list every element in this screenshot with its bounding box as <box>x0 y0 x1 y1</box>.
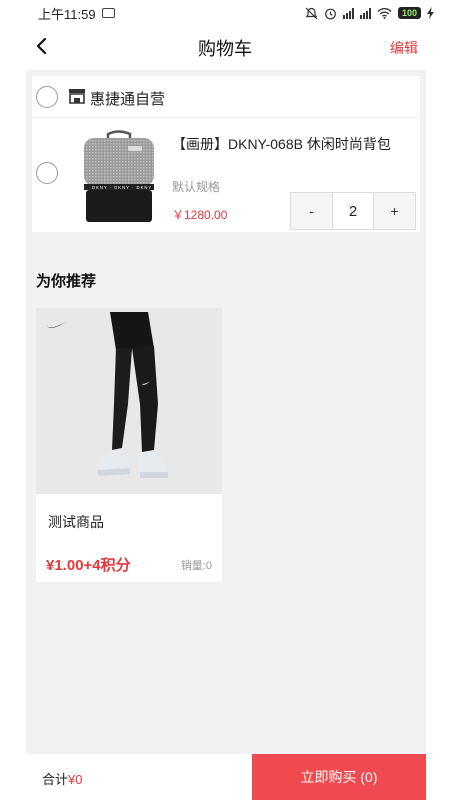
battery-icon: 100 <box>397 7 421 19</box>
edit-button[interactable]: 编辑 <box>390 38 418 58</box>
signal-icon <box>359 7 371 19</box>
status-bar: 上午11:59 100 <box>0 0 450 26</box>
message-icon <box>101 8 115 18</box>
cart-content: 惠捷通自营 DKNY · DKNY · DKNY 【画册】DKNY-068B 休… <box>26 70 426 754</box>
store-header: 惠捷通自营 <box>32 76 420 118</box>
nav-bar: 购物车 编辑 <box>0 26 450 70</box>
signal-icon <box>342 7 354 19</box>
back-arrow-icon[interactable] <box>30 34 54 58</box>
quantity-stepper: - 2 + <box>290 192 416 230</box>
product-price: ￥1280.00 <box>172 208 228 222</box>
mute-icon <box>305 7 318 19</box>
status-icons: 100 <box>305 7 434 20</box>
recommend-product-price: ¥1.00+4积分 <box>46 557 131 574</box>
alarm-icon <box>325 8 336 19</box>
product-spec: 默认规格 <box>172 180 221 194</box>
bottom-bar: 合计¥0 立即购买 (0) <box>26 754 426 800</box>
product-title[interactable]: 【画册】DKNY-068B 休闲时尚背包 <box>172 134 391 154</box>
store-icon <box>69 89 85 104</box>
increase-button[interactable]: + <box>374 193 415 229</box>
recommend-product-name: 测试商品 <box>48 514 104 530</box>
product-image[interactable]: DKNY · DKNY · DKNY <box>74 128 164 224</box>
quantity-value[interactable]: 2 <box>332 193 374 229</box>
product-image-stripe-text: DKNY · DKNY · DKNY <box>92 185 152 190</box>
status-time: 上午11:59 <box>38 6 96 22</box>
buy-now-button[interactable]: 立即购买 (0) <box>252 754 426 800</box>
recommend-product-image[interactable] <box>36 308 222 494</box>
total-label: 合计¥0 <box>42 769 82 788</box>
decrease-button[interactable]: - <box>291 193 332 229</box>
recommend-title: 为你推荐 <box>36 273 97 290</box>
recommend-product-sales: 销量:0 <box>180 560 212 572</box>
total-value: ¥0 <box>68 772 83 787</box>
recommend-product-card[interactable]: 测试商品 ¥1.00+4积分 销量:0 <box>36 308 222 582</box>
total-label-text: 合计 <box>42 772 69 787</box>
wifi-icon <box>377 8 392 19</box>
page-title: 购物车 <box>198 39 252 59</box>
charging-icon <box>427 7 434 19</box>
store-checkbox[interactable] <box>36 86 58 108</box>
item-checkbox[interactable] <box>36 162 58 184</box>
store-name: 惠捷通自营 <box>90 91 166 108</box>
store-card: 惠捷通自营 DKNY · DKNY · DKNY 【画册】DKNY-068B 休… <box>32 76 420 232</box>
